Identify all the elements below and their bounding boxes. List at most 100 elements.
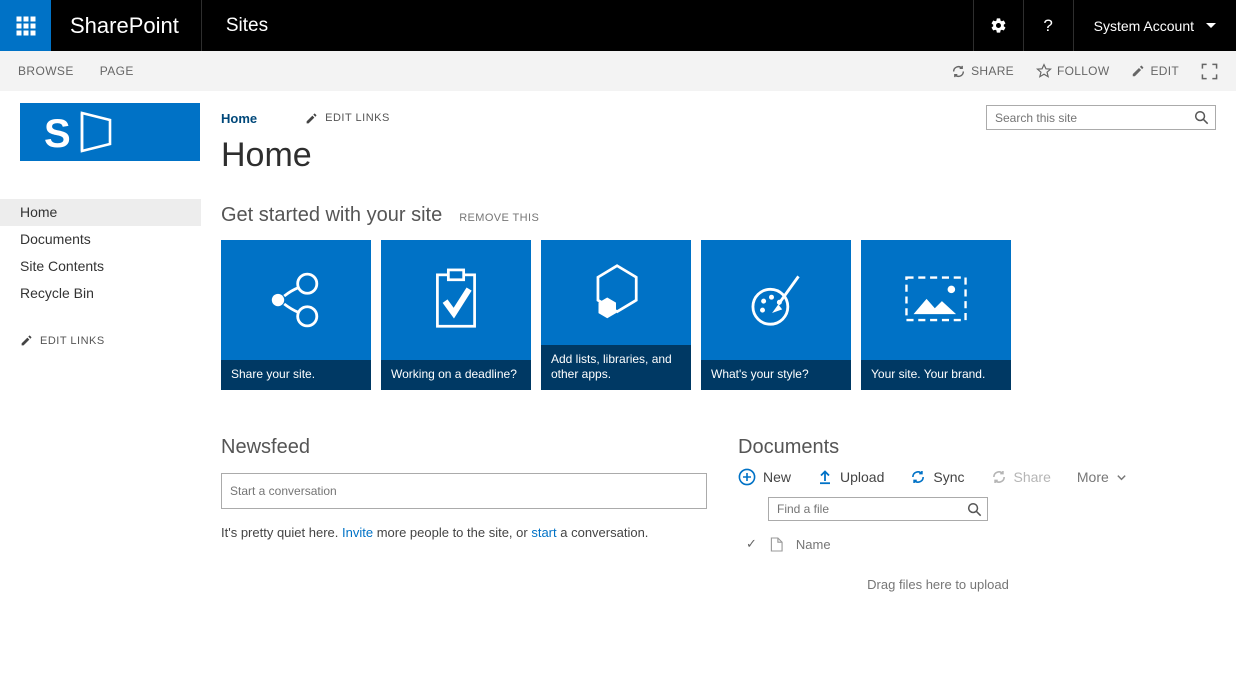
tile-share-your-site[interactable]: Share your site. (221, 240, 371, 390)
upload-button[interactable]: Upload (817, 469, 884, 485)
tile-your-site-your-brand[interactable]: Your site. Your brand. (861, 240, 1011, 390)
breadcrumb-home-link[interactable]: Home (221, 111, 257, 126)
main-area: Home EDIT LINKS Home Get started with yo… (201, 91, 1236, 697)
new-document-button[interactable]: New (738, 468, 791, 486)
start-conversation-input[interactable] (221, 473, 707, 509)
more-menu-button[interactable]: More (1077, 469, 1127, 485)
newsfeed-title: Newsfeed (221, 436, 738, 459)
page-edit-links-button[interactable]: EDIT LINKS (305, 112, 390, 125)
site-search-input[interactable] (995, 111, 1194, 125)
documents-toolbar: New Upload Sync (738, 468, 1138, 486)
page-edit-links-label: EDIT LINKS (325, 112, 390, 124)
find-file-box[interactable] (768, 497, 988, 521)
remove-this-button[interactable]: REMOVE THIS (459, 212, 539, 224)
start-conversation-link[interactable]: start (531, 525, 556, 540)
tile-add-lists-libraries-apps[interactable]: Add lists, libraries, and other apps. (541, 240, 691, 390)
find-file-input[interactable] (777, 502, 967, 516)
edit-button[interactable]: EDIT (1131, 64, 1179, 78)
tile-caption: Your site. Your brand. (861, 360, 1011, 390)
sidebar-edit-links-label: EDIT LINKS (40, 335, 105, 347)
suite-bar-section[interactable]: Sites (202, 0, 292, 51)
documents-section: Documents New Upload (738, 436, 1138, 592)
ribbon-tabs: BROWSE PAGE (18, 64, 134, 78)
page-content: S Home Documents Site Contents Recycle B… (0, 91, 1236, 697)
get-started-tiles: Share your site. Working on a deadline? (221, 240, 1216, 390)
sidebar-nav: Home Documents Site Contents Recycle Bin (0, 199, 201, 307)
newsfeed-empty-text: It's pretty quiet here. Invite more peop… (221, 525, 738, 540)
gear-icon (990, 17, 1007, 34)
tile-whats-your-style[interactable]: What's your style? (701, 240, 851, 390)
file-icon (770, 537, 783, 552)
share-button[interactable]: SHARE (951, 64, 1014, 79)
sidebar-item-recycle-bin[interactable]: Recycle Bin (0, 280, 201, 307)
upload-arrow-icon (817, 469, 833, 485)
upload-label: Upload (840, 469, 884, 485)
quiet-text-suffix: a conversation. (557, 525, 649, 540)
tab-page[interactable]: PAGE (100, 64, 134, 78)
share-network-icon (221, 240, 371, 360)
share-icon (991, 469, 1007, 485)
settings-button[interactable] (973, 0, 1023, 51)
drag-files-hint: Drag files here to upload (738, 577, 1138, 592)
star-icon (1036, 63, 1052, 79)
plus-circle-icon (738, 468, 756, 486)
ribbon-actions: SHARE FOLLOW EDIT (951, 63, 1218, 80)
follow-label: FOLLOW (1057, 64, 1109, 78)
get-started-title: Get started with your site (221, 204, 442, 227)
tab-browse[interactable]: BROWSE (18, 64, 74, 78)
clipboard-check-icon (381, 240, 531, 360)
more-label: More (1077, 469, 1109, 485)
newsfeed-section: Newsfeed It's pretty quiet here. Invite … (221, 436, 738, 592)
sidebar-item-site-contents[interactable]: Site Contents (0, 253, 201, 280)
tile-caption: What's your style? (701, 360, 851, 390)
sharepoint-logo-icon: S (34, 109, 144, 155)
help-button[interactable]: ? (1023, 0, 1073, 51)
pencil-icon (305, 112, 318, 125)
sidebar-item-documents[interactable]: Documents (0, 226, 201, 253)
pencil-icon (1131, 64, 1145, 78)
select-all-checkmark-icon[interactable]: ✓ (746, 536, 757, 552)
follow-button[interactable]: FOLLOW (1036, 63, 1109, 79)
brand-title[interactable]: SharePoint (51, 0, 201, 51)
name-column-header[interactable]: Name (796, 537, 831, 552)
sidebar-edit-links-button[interactable]: EDIT LINKS (20, 334, 201, 347)
quiet-text-mid: more people to the site, or (373, 525, 531, 540)
palette-brush-icon (701, 240, 851, 360)
edit-label: EDIT (1150, 64, 1179, 78)
share-document-label: Share (1014, 469, 1051, 485)
sync-icon (910, 469, 926, 485)
chevron-down-icon (1116, 472, 1127, 483)
suite-bar-spacer (292, 0, 973, 51)
app-launcher-button[interactable] (0, 0, 51, 51)
site-logo[interactable]: S (20, 103, 200, 161)
image-brand-icon (861, 240, 1011, 360)
invite-link[interactable]: Invite (342, 525, 373, 540)
account-menu-button[interactable]: System Account (1073, 0, 1236, 51)
share-document-button[interactable]: Share (991, 469, 1051, 485)
sync-button[interactable]: Sync (910, 469, 964, 485)
help-label: ? (1043, 16, 1052, 36)
suite-bar: SharePoint Sites ? System Account (0, 0, 1236, 51)
hexagon-apps-icon (541, 240, 691, 345)
documents-title: Documents (738, 436, 1138, 459)
new-label: New (763, 469, 791, 485)
tile-caption: Working on a deadline? (381, 360, 531, 390)
ribbon-bar: BROWSE PAGE SHARE FOLLOW EDIT (0, 51, 1236, 91)
tile-working-on-deadline[interactable]: Working on a deadline? (381, 240, 531, 390)
chevron-down-icon (1206, 23, 1216, 28)
get-started-header: Get started with your site REMOVE THIS (221, 204, 1216, 227)
sidebar-item-home[interactable]: Home (0, 199, 201, 226)
share-label: SHARE (971, 64, 1014, 78)
search-icon[interactable] (967, 502, 982, 517)
page-title: Home (221, 136, 1216, 175)
svg-text:S: S (44, 112, 71, 155)
pencil-icon (20, 334, 33, 347)
sync-label: Sync (933, 469, 964, 485)
bottom-sections: Newsfeed It's pretty quiet here. Invite … (221, 436, 1216, 592)
account-name: System Account (1094, 18, 1194, 34)
sidebar: S Home Documents Site Contents Recycle B… (0, 91, 201, 697)
search-icon[interactable] (1194, 110, 1209, 125)
focus-mode-button[interactable] (1201, 63, 1218, 80)
site-search-box[interactable] (986, 105, 1216, 130)
share-icon (951, 64, 966, 79)
